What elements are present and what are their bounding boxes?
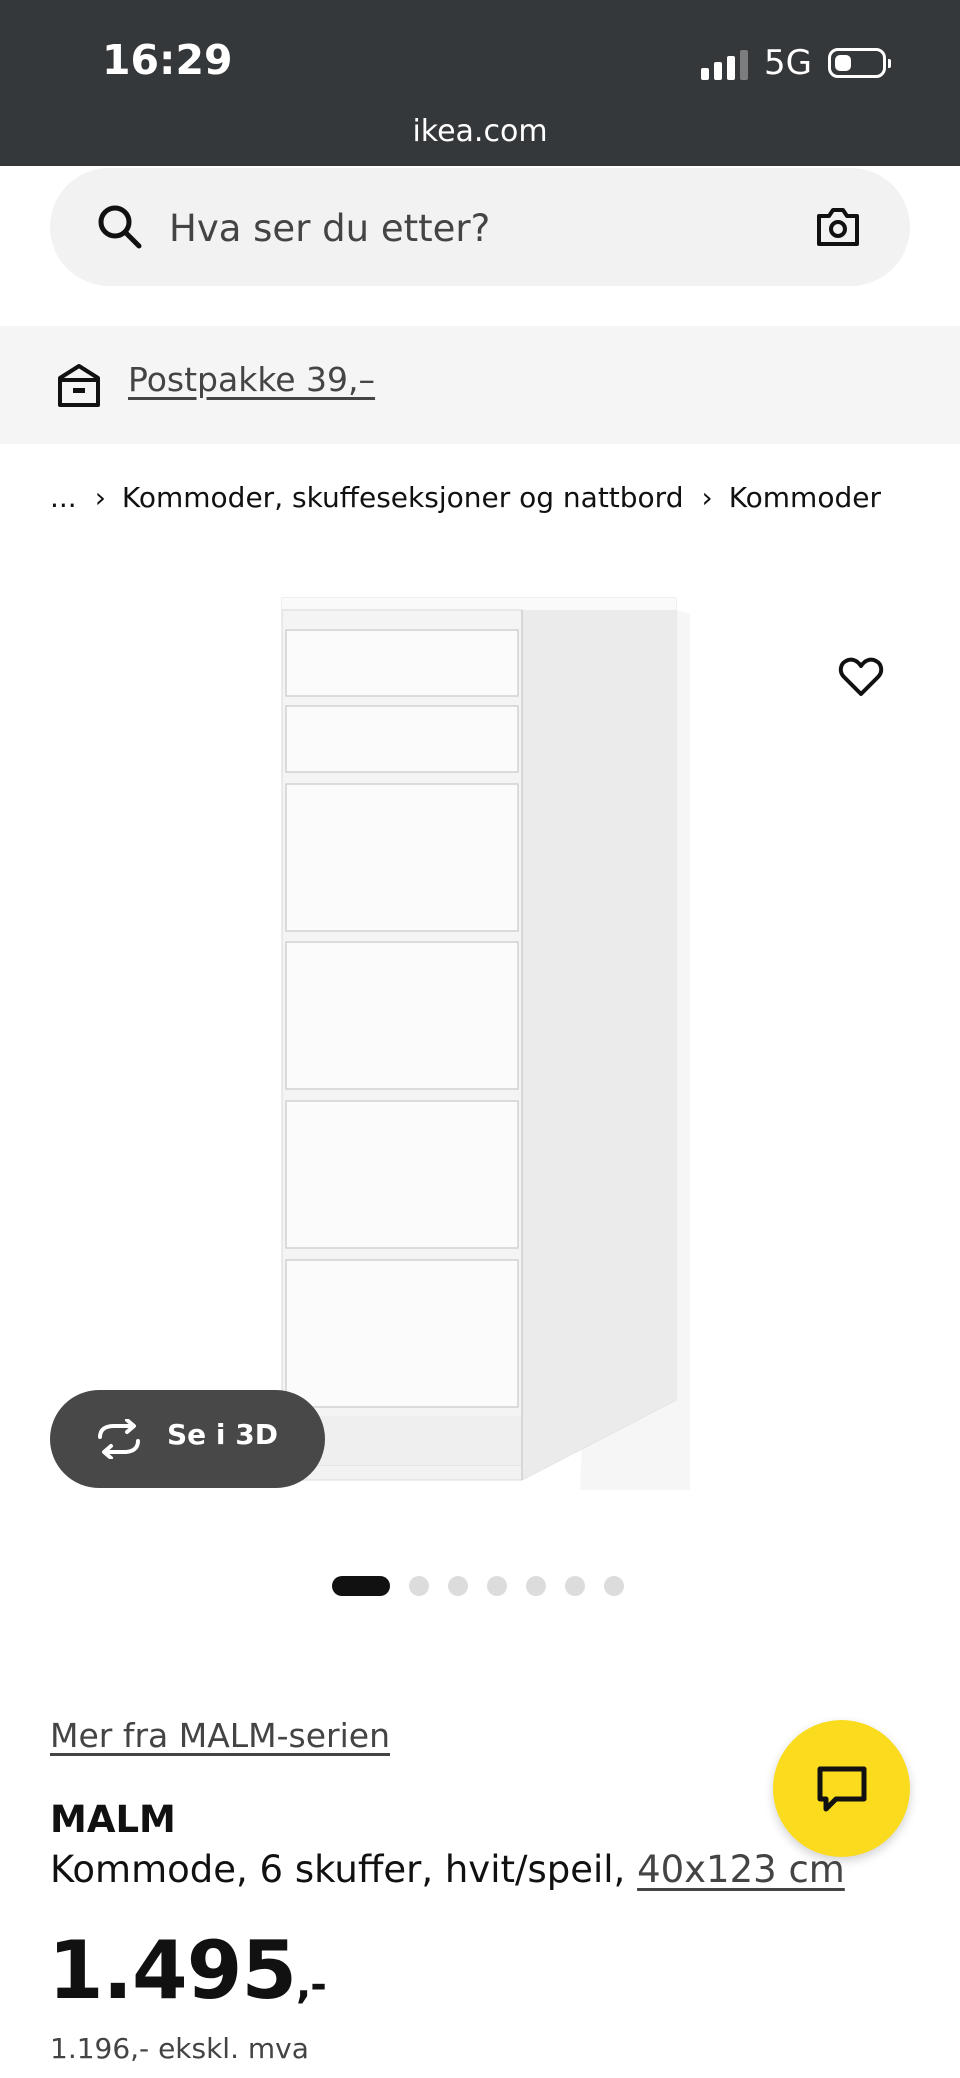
battery-level — [835, 55, 851, 71]
breadcrumb-ellipsis[interactable]: ... — [50, 481, 77, 514]
search-icon[interactable] — [95, 202, 145, 252]
breadcrumb-item[interactable]: Kommoder — [729, 481, 881, 514]
view-3d-button[interactable]: Se i 3D — [50, 1390, 325, 1488]
breadcrumb: ... › Kommoder, skuffeseksjoner og nattb… — [50, 477, 881, 517]
signal-icon — [701, 48, 751, 80]
breadcrumb-item[interactable]: Kommoder, skuffeseksjoner og nattbord — [122, 481, 684, 514]
price-suffix: ,- — [296, 1962, 327, 2008]
chevron-right-icon: › — [701, 480, 713, 514]
signal-bar — [727, 56, 735, 80]
status-bar: 16:29 5G ikea.com — [0, 0, 960, 166]
heart-icon[interactable] — [837, 653, 885, 701]
product-price: 1.495,- — [48, 1924, 327, 2017]
signal-bar — [714, 62, 722, 80]
status-time: 16:29 — [102, 36, 233, 84]
rotate-3d-icon — [98, 1419, 140, 1459]
price-ex-vat: 1.196,- ekskl. mva — [50, 2032, 309, 2065]
carousel-dot[interactable] — [604, 1576, 624, 1596]
carousel-dot[interactable] — [526, 1576, 546, 1596]
browser-url[interactable]: ikea.com — [0, 114, 960, 149]
shipping-link[interactable]: Postpakke 39,– — [128, 360, 375, 399]
view-3d-label: Se i 3D — [167, 1418, 278, 1451]
product-description: Kommode, 6 skuffer, hvit/speil, 40x123 c… — [50, 1848, 845, 1891]
carousel-dot[interactable] — [448, 1576, 468, 1596]
product-description-text: Kommode, 6 skuffer, hvit/speil, — [50, 1848, 626, 1891]
product-image[interactable] — [270, 590, 690, 1490]
signal-bar — [740, 50, 748, 80]
carousel-dot[interactable] — [487, 1576, 507, 1596]
product-size-link[interactable]: 40x123 cm — [637, 1848, 845, 1891]
carousel-dot[interactable] — [409, 1576, 429, 1596]
chevron-right-icon: › — [94, 480, 106, 514]
search-bar[interactable] — [50, 168, 910, 286]
product-name: MALM — [50, 1798, 176, 1841]
package-icon — [58, 364, 100, 407]
price-main: 1.495 — [48, 1924, 297, 2017]
camera-icon[interactable] — [815, 204, 861, 250]
carousel-dot[interactable] — [332, 1576, 390, 1596]
chat-bubble-icon — [817, 1766, 867, 1812]
carousel-dot[interactable] — [565, 1576, 585, 1596]
battery-icon — [828, 48, 891, 78]
shipping-banner: Postpakke 39,– — [0, 326, 960, 444]
network-type: 5G — [764, 43, 812, 83]
carousel-dots — [332, 1576, 643, 1596]
signal-bar — [701, 68, 709, 80]
search-input[interactable] — [167, 196, 751, 260]
series-link[interactable]: Mer fra MALM-serien — [50, 1716, 390, 1755]
chat-button[interactable] — [773, 1720, 910, 1857]
